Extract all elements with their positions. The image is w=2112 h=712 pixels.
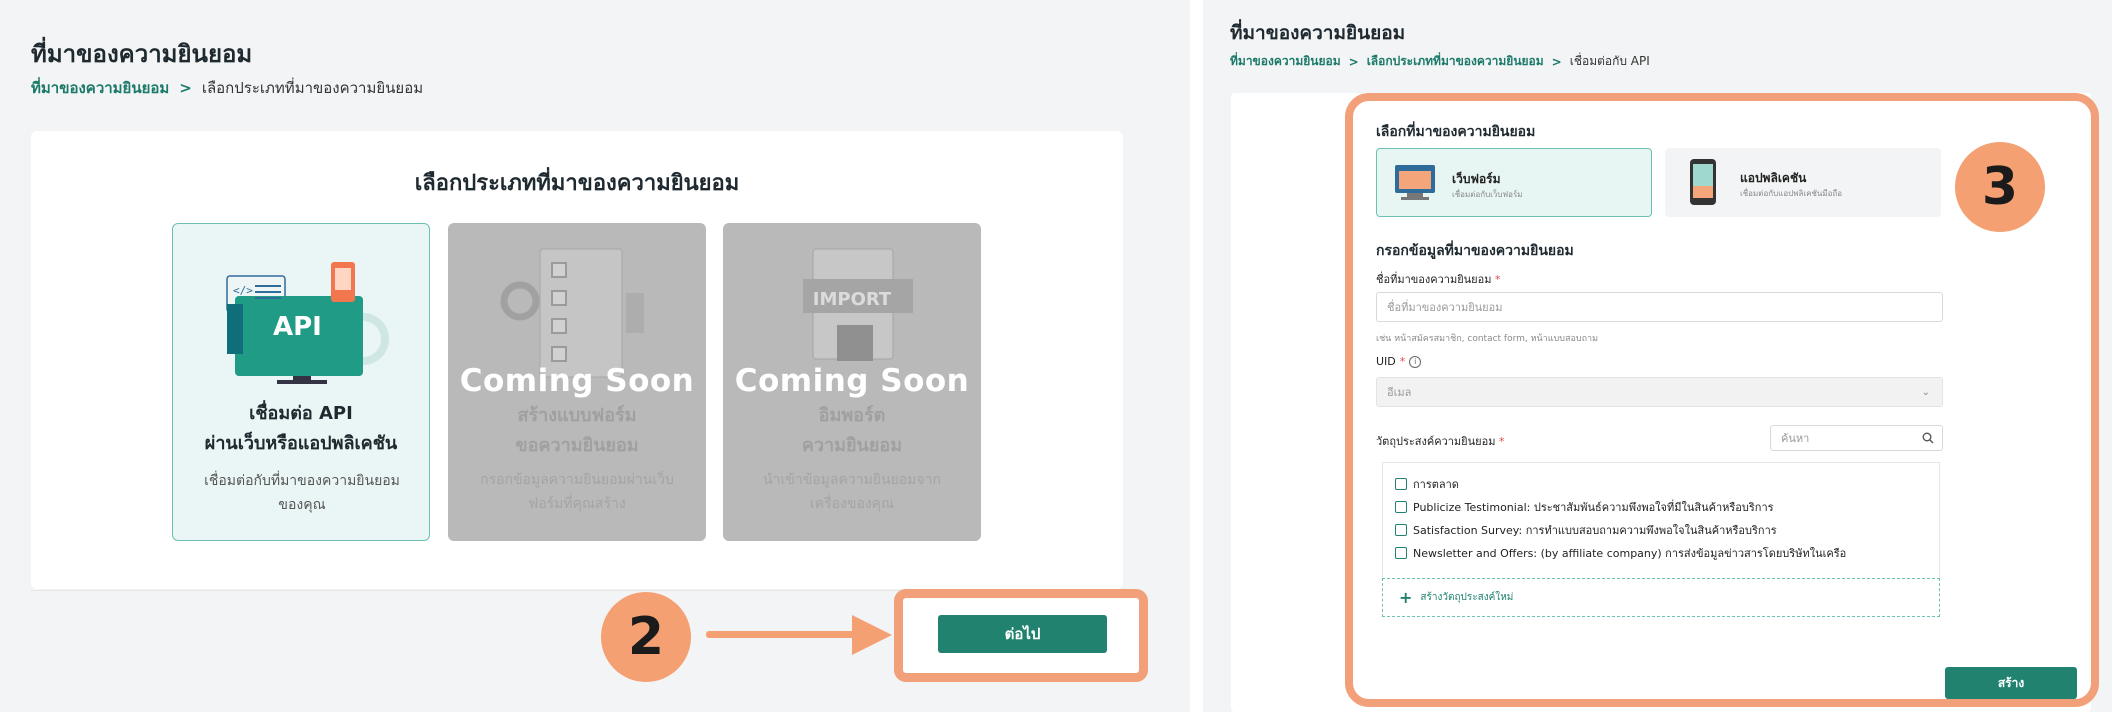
breadcrumb-current: เลือกประเภทที่มาของความยินยอม: [201, 79, 424, 97]
step-3-marker: 3: [1955, 142, 2045, 232]
option-api-title: เชื่อมต่อ API ผ่านเว็บหรือแอปพลิเคชัน: [204, 403, 398, 454]
next-button[interactable]: ต่อไป: [938, 615, 1107, 653]
webform-title: เว็บฟอร์ม: [1452, 172, 1501, 186]
option-import: IMPORT Coming Soon อิมพอร์ต ความยินยอม น…: [723, 223, 981, 541]
step-arrow-line: [706, 631, 856, 638]
type-card-webform[interactable]: เว็บฟอร์ม เชื่อมต่อกับเว็บฟอร์ม: [1376, 148, 1652, 217]
coming-soon-badge: Coming Soon: [459, 363, 695, 399]
purpose-item[interactable]: การตลาด: [1395, 475, 1459, 493]
svg-text:</>: </>: [233, 284, 253, 297]
mobile-app-icon: [1690, 159, 1716, 205]
purpose-item[interactable]: Satisfaction Survey: การทำแบบสอบถามความพ…: [1395, 521, 1777, 539]
application-subtitle: เชื่อมต่อกับแอปพลิเคชันมือถือ: [1740, 189, 1843, 198]
option-import-description: นำเข้าข้อมูลความยินยอมจาก เครื่องของคุณ: [763, 472, 941, 512]
search-icon: [1922, 432, 1934, 444]
purpose-item[interactable]: Publicize Testimonial: ประชาสัมพันธ์ความ…: [1395, 498, 1774, 516]
breadcrumb-link-root[interactable]: ที่มาของความยินยอม: [31, 76, 169, 100]
breadcrumb-chevron-icon: >: [1551, 54, 1562, 69]
application-title: แอปพลิเคชัน: [1740, 171, 1807, 185]
breadcrumb-link-root[interactable]: ที่มาของความยินยอม: [1230, 52, 1341, 71]
purpose-item[interactable]: Newsletter and Offers: (by affiliate com…: [1395, 544, 1846, 562]
purpose-label: วัตถุประสงค์ความยินยอม *: [1376, 435, 1505, 448]
webform-icon: [1395, 165, 1435, 200]
option-form-title: สร้างแบบฟอร์ม ขอความยินยอม: [515, 405, 639, 456]
plus-icon: +: [1399, 588, 1413, 607]
breadcrumb-chevron-icon: >: [1348, 54, 1359, 69]
coming-soon-badge: Coming Soon: [734, 363, 970, 399]
card-title: เลือกประเภทที่มาของความยินยอม: [414, 171, 740, 196]
step-arrow-head-icon: [852, 615, 892, 655]
left-panel: ที่มาของความยินยอม ที่มาของความยินยอม > …: [0, 0, 1190, 712]
source-type-card: เลือกประเภทที่มาของความยินยอม </> API เช…: [31, 131, 1123, 591]
info-icon[interactable]: i: [1409, 355, 1422, 368]
create-button[interactable]: สร้าง: [1945, 667, 2077, 699]
step-2-marker: 2: [601, 592, 691, 682]
breadcrumb: ที่มาของความยินยอม > เลือกประเภทที่มาของ…: [31, 76, 423, 100]
uid-select: อีเมล ⌄: [1376, 377, 1943, 407]
add-purpose-button[interactable]: + สร้างวัตถุประสงค์ใหม่: [1382, 578, 1940, 617]
name-label: ชื่อที่มาของความยินยอม *: [1376, 273, 1501, 286]
checkbox[interactable]: [1395, 478, 1407, 490]
webform-subtitle: เชื่อมต่อกับเว็บฟอร์ม: [1452, 190, 1523, 199]
page-title: ที่มาของความยินยอม: [1230, 22, 1406, 44]
breadcrumb-link-type[interactable]: เลือกประเภทที่มาของความยินยอม: [1367, 52, 1544, 71]
breadcrumb-current: เชื่อมต่อกับ API: [1569, 54, 1650, 68]
breadcrumb: ที่มาของความยินยอม > เลือกประเภทที่มาของ…: [1230, 52, 1650, 71]
section-info-heading: กรอกข้อมูลที่มาของความยินยอม: [1376, 243, 1574, 259]
checkbox[interactable]: [1395, 547, 1407, 559]
purpose-checklist: การตลาด Publicize Testimonial: ประชาสัมพ…: [1382, 462, 1940, 582]
chevron-down-icon: ⌄: [1921, 386, 1930, 398]
breadcrumb-chevron-icon: >: [179, 79, 192, 97]
purpose-search-input[interactable]: ค้นหา: [1770, 425, 1943, 451]
form-checklist-icon: [500, 248, 644, 378]
import-image-label: IMPORT: [812, 289, 892, 310]
option-form: Coming Soon สร้างแบบฟอร์ม ขอความยินยอม ก…: [448, 223, 706, 541]
api-image-label: API: [273, 312, 322, 342]
option-api-description: เชื่อมต่อกับที่มาของความยินยอม ของคุณ: [204, 473, 400, 513]
section-source-heading: เลือกที่มาของความยินยอม: [1376, 124, 1536, 140]
option-api[interactable]: </> API เชื่อมต่อ API ผ่านเว็บหรือแอปพลิ…: [172, 223, 430, 541]
checkbox[interactable]: [1395, 501, 1407, 513]
type-card-application[interactable]: แอปพลิเคชัน เชื่อมต่อกับแอปพลิเคชันมือถื…: [1665, 148, 1941, 217]
name-hint: เช่น หน้าสมัครสมาชิก, contact form, หน้า…: [1376, 334, 1599, 344]
option-form-description: กรอกข้อมูลความยินยอมผ่านเว็บ ฟอร์มที่คุณ…: [480, 472, 674, 512]
page-title: ที่มาของความยินยอม: [31, 40, 253, 68]
option-import-title: อิมพอร์ต ความยินยอม: [801, 405, 903, 456]
uid-label: UID * i: [1376, 355, 1422, 368]
checkbox[interactable]: [1395, 524, 1407, 536]
source-name-input[interactable]: ชื่อที่มาของความยินยอม: [1376, 292, 1943, 322]
